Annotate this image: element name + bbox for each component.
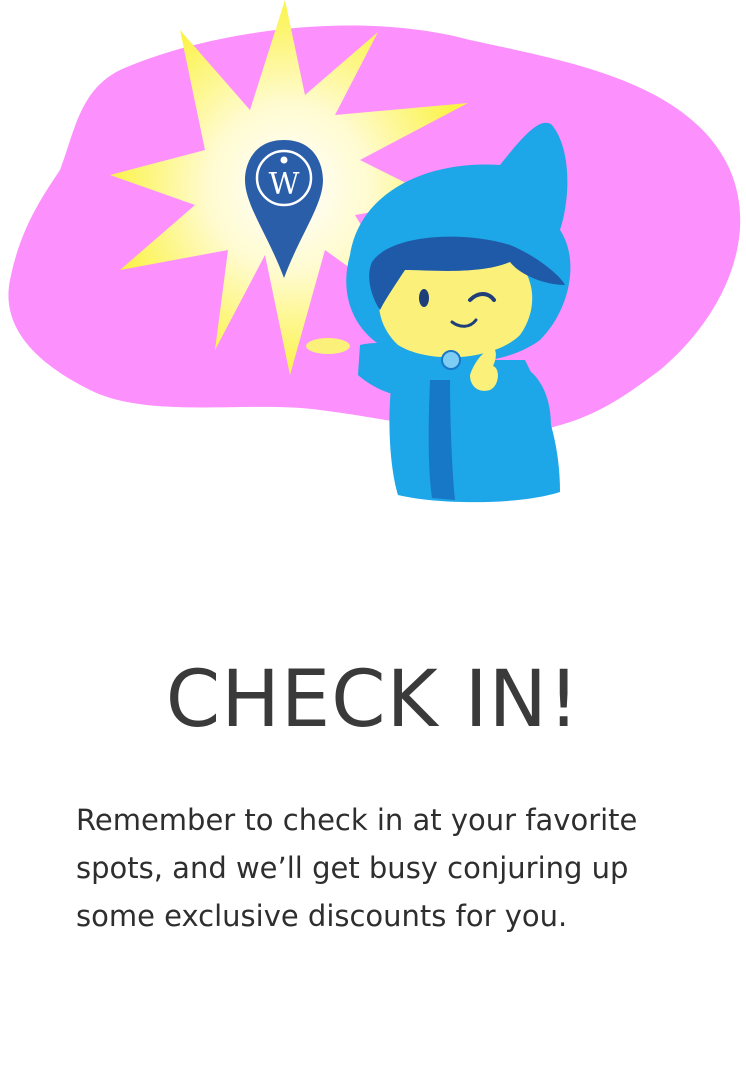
pin-logo-letter: W — [269, 167, 300, 202]
description-text: Remember to check in at your favorite sp… — [76, 803, 638, 933]
page-title: CHECK IN! — [165, 655, 581, 745]
burst-spark — [306, 338, 350, 354]
check-in-illustration: W — [8, 0, 741, 503]
